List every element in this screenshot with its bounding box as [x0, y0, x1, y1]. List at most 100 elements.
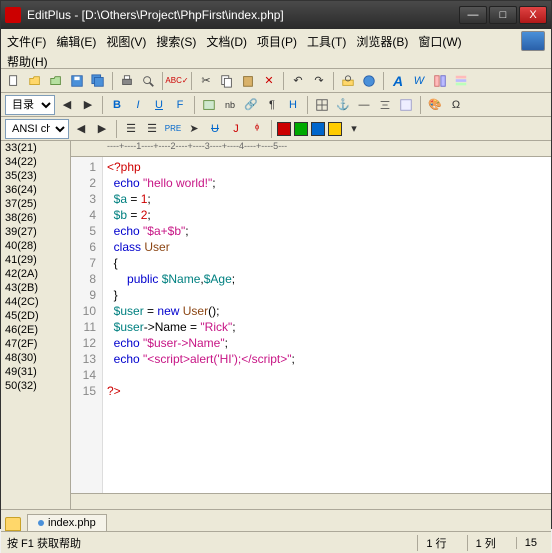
- color-yellow[interactable]: [328, 122, 342, 136]
- close-button[interactable]: X: [519, 6, 547, 24]
- encoding-select[interactable]: ANSI ch: [5, 119, 69, 139]
- h-scrollbar[interactable]: [71, 493, 551, 509]
- file-tab-bar: index.php: [1, 509, 551, 531]
- word-wrap-icon[interactable]: W: [410, 72, 428, 90]
- open-file-icon[interactable]: [26, 72, 44, 90]
- sidebar-item[interactable]: 38(26): [1, 211, 70, 225]
- sidebar-item[interactable]: 47(2F): [1, 337, 70, 351]
- sidebar-list[interactable]: 33(21)34(22)35(23)36(24)37(25)38(26)39(2…: [1, 141, 71, 509]
- status-help: 按 F1 获取帮助: [7, 535, 405, 551]
- open-remote-icon[interactable]: [47, 72, 65, 90]
- sidebar-item[interactable]: 41(29): [1, 253, 70, 267]
- anchor-icon[interactable]: ⚓: [334, 96, 352, 114]
- form-icon[interactable]: [397, 96, 415, 114]
- menu-bar: 文件(F) 编辑(E) 视图(V) 搜索(S) 文档(D) 项目(P) 工具(T…: [1, 29, 551, 69]
- toolbar-format: 目录 ◀ ▶ B I U F nb 🔗 ¶ H ⚓ — 🎨 Ω: [1, 93, 551, 117]
- menu-search[interactable]: 搜索(S): [156, 33, 196, 50]
- char-map-icon[interactable]: Ω: [447, 96, 465, 114]
- menu-file[interactable]: 文件(F): [7, 33, 46, 50]
- sidebar-item[interactable]: 39(27): [1, 225, 70, 239]
- sidebar-item[interactable]: 45(2D): [1, 309, 70, 323]
- directory-select[interactable]: 目录: [5, 95, 55, 115]
- line-numbers-icon[interactable]: [452, 72, 470, 90]
- menu-browser[interactable]: 浏览器(B): [356, 33, 408, 50]
- paste-icon[interactable]: [239, 72, 257, 90]
- font-icon[interactable]: A: [389, 72, 407, 90]
- undo-icon[interactable]: ↶: [289, 72, 307, 90]
- anchor-link-icon[interactable]: 🔗: [242, 96, 260, 114]
- menu-edit[interactable]: 编辑(E): [56, 33, 96, 50]
- script-icon[interactable]: J: [227, 120, 245, 138]
- sidebar-item[interactable]: 37(25): [1, 197, 70, 211]
- nav-prev-icon[interactable]: ◀: [58, 96, 76, 114]
- menu-view[interactable]: 视图(V): [106, 33, 146, 50]
- pre-icon[interactable]: PRE: [164, 120, 182, 138]
- sidebar-item[interactable]: 50(32): [1, 379, 70, 393]
- redo-icon[interactable]: ↷: [310, 72, 328, 90]
- nav-back-icon[interactable]: ◀: [72, 120, 90, 138]
- cut-icon[interactable]: ✂: [197, 72, 215, 90]
- line-gutter: 123456789101112131415: [71, 157, 103, 493]
- bold-button[interactable]: B: [108, 96, 126, 114]
- menu-help[interactable]: 帮助(H): [7, 53, 545, 70]
- italic-button[interactable]: I: [129, 96, 147, 114]
- status-bar: 按 F1 获取帮助 1 行 1 列 15: [1, 531, 551, 553]
- file-tab-label: index.php: [48, 517, 96, 529]
- color-picker-icon[interactable]: ▾: [345, 120, 363, 138]
- table-icon[interactable]: [313, 96, 331, 114]
- sidebar-item[interactable]: 43(2B): [1, 281, 70, 295]
- toolbar-main: ABC✓ ✂ ✕ ↶ ↷ A W: [1, 69, 551, 93]
- nav-fwd-icon[interactable]: ▶: [93, 120, 111, 138]
- sidebar-item[interactable]: 34(22): [1, 155, 70, 169]
- sidebar-item[interactable]: 40(28): [1, 239, 70, 253]
- font-tool-icon[interactable]: F: [171, 96, 189, 114]
- menu-window[interactable]: 窗口(W): [418, 33, 461, 50]
- file-tab-index-php[interactable]: index.php: [27, 514, 107, 531]
- code-editor[interactable]: 123456789101112131415 <?php echo "hello …: [71, 157, 551, 493]
- print-icon[interactable]: [118, 72, 136, 90]
- menu-document[interactable]: 文档(D): [206, 33, 247, 50]
- browser-icon[interactable]: [360, 72, 378, 90]
- center-icon[interactable]: [376, 96, 394, 114]
- palette-icon[interactable]: 🎨: [426, 96, 444, 114]
- list-icon[interactable]: ☰: [122, 120, 140, 138]
- heading-icon[interactable]: H: [284, 96, 302, 114]
- color-green[interactable]: [294, 122, 308, 136]
- sidebar-item[interactable]: 49(31): [1, 365, 70, 379]
- sidebar-item[interactable]: 42(2A): [1, 267, 70, 281]
- underline-button[interactable]: U: [150, 96, 168, 114]
- save-icon[interactable]: [68, 72, 86, 90]
- column-icon[interactable]: [431, 72, 449, 90]
- sidebar-item[interactable]: 36(24): [1, 183, 70, 197]
- menu-project[interactable]: 项目(P): [257, 33, 297, 50]
- app-logo: [521, 31, 545, 51]
- main-area: 33(21)34(22)35(23)36(24)37(25)38(26)39(2…: [1, 141, 551, 509]
- print-preview-icon[interactable]: [139, 72, 157, 90]
- sidebar-item[interactable]: 33(21): [1, 141, 70, 155]
- code-content[interactable]: <?php echo "hello world!"; $a = 1; $b = …: [103, 157, 551, 493]
- nav-next-icon[interactable]: ▶: [79, 96, 97, 114]
- delete-icon[interactable]: ✕: [260, 72, 278, 90]
- new-file-icon[interactable]: [5, 72, 23, 90]
- color-blue[interactable]: [311, 122, 325, 136]
- minimize-button[interactable]: —: [459, 6, 487, 24]
- find-icon[interactable]: [339, 72, 357, 90]
- menu-tools[interactable]: 工具(T): [307, 33, 346, 50]
- sidebar-item[interactable]: 44(2C): [1, 295, 70, 309]
- copy-icon[interactable]: [218, 72, 236, 90]
- paragraph-icon[interactable]: ¶: [263, 96, 281, 114]
- object-icon[interactable]: ᶲ: [248, 120, 266, 138]
- sidebar-item[interactable]: 35(23): [1, 169, 70, 183]
- list2-icon[interactable]: ☰: [143, 120, 161, 138]
- maximize-button[interactable]: □: [489, 6, 517, 24]
- spell-check-icon[interactable]: ABC✓: [168, 72, 186, 90]
- sidebar-item[interactable]: 48(30): [1, 351, 70, 365]
- save-all-icon[interactable]: [89, 72, 107, 90]
- hr-icon[interactable]: —: [355, 96, 373, 114]
- strike-icon[interactable]: U: [206, 120, 224, 138]
- indent-icon[interactable]: ➤: [185, 120, 203, 138]
- color-red[interactable]: [277, 122, 291, 136]
- image-icon[interactable]: [200, 96, 218, 114]
- nbsp-icon[interactable]: nb: [221, 96, 239, 114]
- sidebar-item[interactable]: 46(2E): [1, 323, 70, 337]
